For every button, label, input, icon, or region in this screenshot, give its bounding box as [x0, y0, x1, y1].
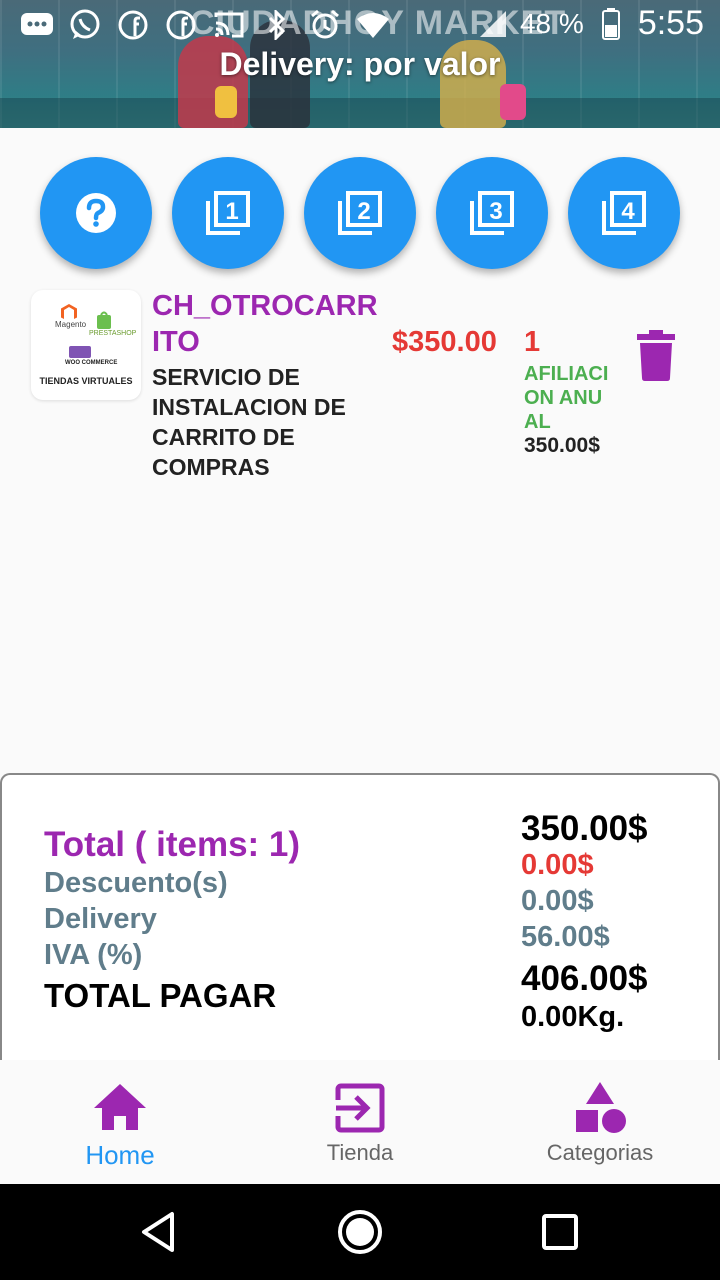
shopping-bag-icon [215, 86, 237, 118]
product-plan-price: 350.00$ [524, 434, 600, 457]
total-items-label: Total ( items: 1) [44, 825, 301, 864]
iva-label: IVA (%) [44, 939, 143, 971]
total-value: 350.00$ [521, 809, 648, 848]
facebook-icon [116, 8, 150, 42]
banner-floor [0, 98, 720, 128]
weight-value: 0.00Kg. [521, 1001, 625, 1033]
filter-1-button[interactable]: 1 [172, 157, 284, 269]
product-thumbnail[interactable]: Magento PRESTASHOP WOO COMMERCE TIENDAS … [31, 290, 141, 400]
iva-value: 56.00$ [521, 921, 610, 953]
trash-icon [637, 330, 675, 381]
discount-label: Descuento(s) [44, 867, 228, 899]
filter-2-button[interactable]: 2 [304, 157, 416, 269]
grand-total-label: TOTAL PAGAR [44, 977, 277, 1014]
thumbnail-caption: TIENDAS VIRTUALES [39, 376, 133, 386]
header-banner: CIUDADHOY MARKET 48 % 5:55 Delivery: por… [0, 0, 720, 128]
whatsapp-icon [68, 8, 102, 42]
svg-text:3: 3 [489, 198, 502, 225]
svg-text:2: 2 [357, 198, 370, 225]
delivery-label: Delivery [44, 903, 157, 935]
login-icon [332, 1083, 385, 1133]
nav-home[interactable]: Home [0, 1060, 240, 1184]
facebook-icon [164, 8, 198, 42]
system-navigation-bar [0, 1184, 720, 1280]
help-icon [76, 193, 116, 233]
nav-tienda[interactable]: Tienda [240, 1060, 480, 1184]
delivery-value: 0.00$ [521, 885, 594, 917]
nav-tienda-label: Tienda [326, 1140, 394, 1165]
delete-item-button[interactable] [636, 330, 676, 382]
filter-4-icon: 4 [602, 191, 646, 235]
status-bar: 48 % 5:55 [0, 0, 720, 50]
help-button[interactable] [40, 157, 152, 269]
clock: 5:55 [637, 4, 704, 42]
product-plan: AFILIACION ANUAL [524, 363, 609, 433]
woo-logo-icon [69, 346, 91, 358]
svg-text:4: 4 [621, 198, 635, 225]
back-icon[interactable] [136, 1208, 184, 1256]
filter-1-icon: 1 [206, 191, 250, 235]
category-icon [576, 1082, 626, 1133]
thumbnail-logo-text: Magento [55, 320, 87, 329]
grand-total-value: 406.00$ [521, 959, 648, 998]
filter-3-button[interactable]: 3 [436, 157, 548, 269]
nav-categorias[interactable]: Categorias [480, 1060, 720, 1184]
shopping-bag-icon [500, 84, 526, 120]
alarm-icon [308, 8, 342, 42]
product-quantity: 1 [524, 326, 541, 358]
chat-icon [20, 8, 54, 42]
svg-text:1: 1 [225, 198, 238, 225]
recents-icon[interactable] [536, 1208, 584, 1256]
product-price: $350.00 [392, 326, 497, 358]
action-button-row: 1 2 3 4 [40, 157, 680, 269]
product-code: CH_OTROCARRITO [152, 290, 378, 358]
filter-4-button[interactable]: 4 [568, 157, 680, 269]
thumbnail-logo-text: PRESTASHOP [89, 330, 137, 337]
signal-icon [476, 7, 510, 41]
discount-value: 0.00$ [521, 849, 594, 881]
nav-categorias-label: Categorias [546, 1140, 654, 1165]
cast-icon [212, 8, 246, 42]
home-icon [94, 1084, 146, 1130]
filter-2-icon: 2 [338, 191, 382, 235]
totals-panel: Total ( items: 1) Descuento(s) Delivery … [0, 773, 720, 1073]
prestashop-logo-icon [97, 311, 111, 329]
home-circle-icon[interactable] [336, 1208, 384, 1256]
bluetooth-icon [260, 8, 294, 42]
battery-percentage: 48 % [519, 7, 584, 39]
nav-home-label: Home [85, 1140, 155, 1170]
thumbnail-logo-text: WOO COMMERCE [65, 360, 118, 366]
wifi-icon [356, 8, 390, 42]
page-title: Delivery: por valor [219, 46, 501, 82]
battery-icon [594, 7, 628, 41]
bottom-navigation: Home Tienda Categorias [0, 1060, 720, 1184]
product-description: SERVICIO DE INSTALACION DE CARRITO DE CO… [152, 364, 346, 480]
filter-3-icon: 3 [470, 191, 514, 235]
